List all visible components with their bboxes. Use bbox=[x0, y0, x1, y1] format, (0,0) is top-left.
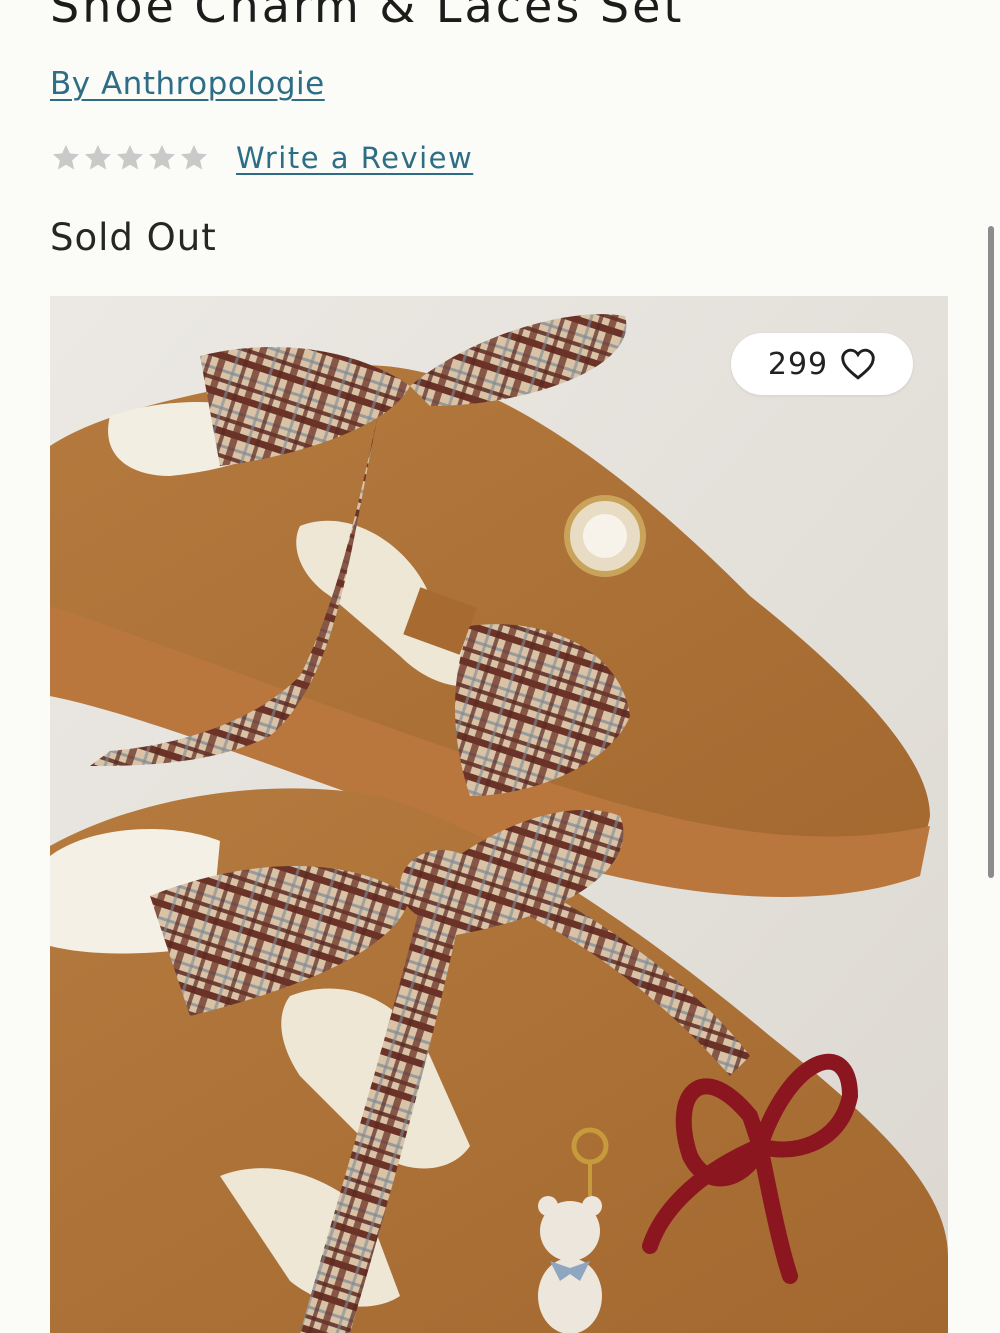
scrollbar[interactable] bbox=[988, 226, 994, 878]
brand-link[interactable]: By Anthropologie bbox=[50, 66, 325, 102]
product-title: Shoe Charm & Laces Set bbox=[50, 0, 685, 33]
product-image[interactable]: 299 bbox=[50, 296, 948, 1333]
rating-row: Write a Review bbox=[50, 138, 473, 178]
sneaker-photo-illustration bbox=[50, 296, 948, 1333]
star-rating bbox=[50, 142, 210, 174]
heart-outline-icon bbox=[841, 348, 875, 380]
star-icon bbox=[146, 142, 178, 174]
star-icon bbox=[114, 142, 146, 174]
star-icon bbox=[50, 142, 82, 174]
star-icon bbox=[82, 142, 114, 174]
likes-count: 299 bbox=[767, 346, 829, 382]
star-icon bbox=[178, 142, 210, 174]
favorite-button[interactable]: 299 bbox=[731, 333, 913, 395]
availability-status: Sold Out bbox=[50, 216, 217, 259]
write-review-link[interactable]: Write a Review bbox=[236, 141, 473, 175]
